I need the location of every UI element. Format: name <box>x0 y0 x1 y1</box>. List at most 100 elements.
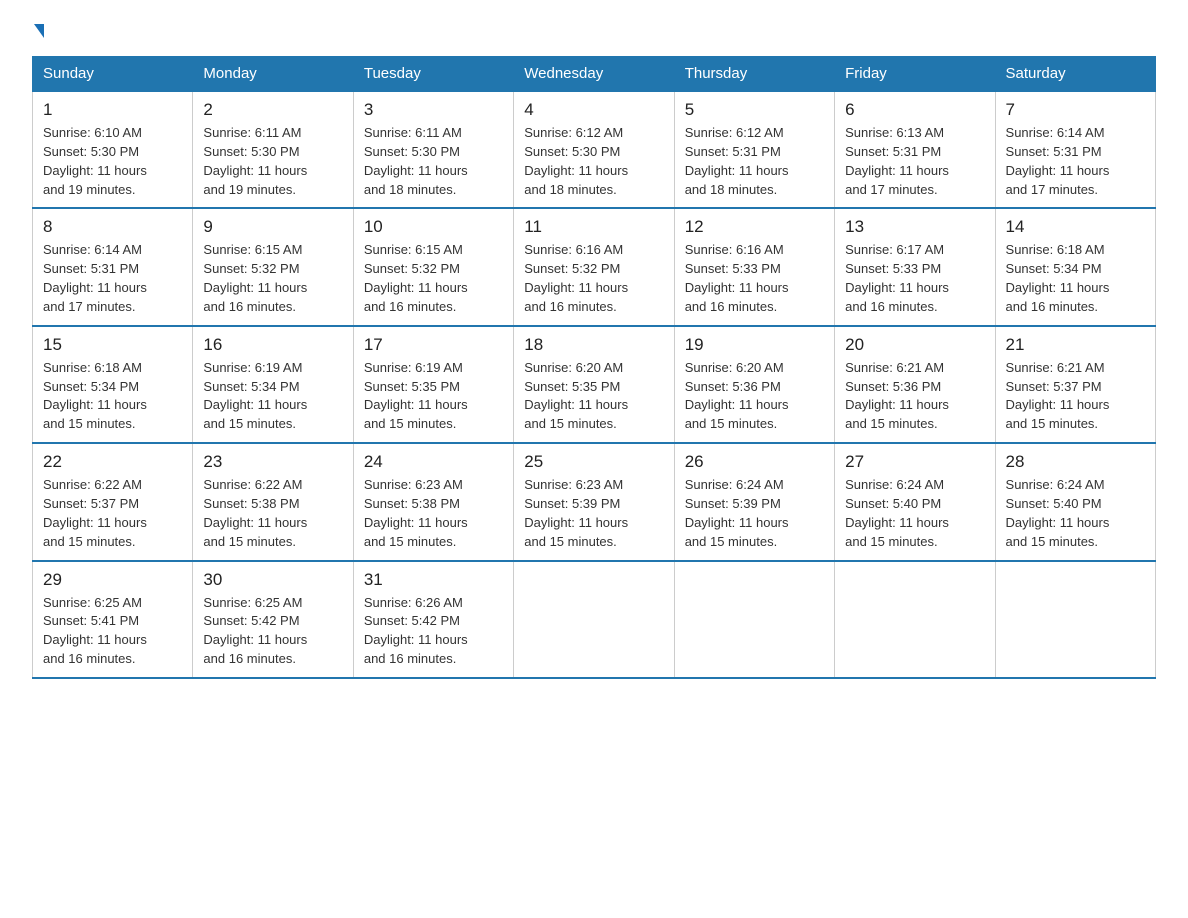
day-info: Sunrise: 6:12 AM Sunset: 5:31 PM Dayligh… <box>685 124 824 199</box>
calendar-cell: 2 Sunrise: 6:11 AM Sunset: 5:30 PM Dayli… <box>193 91 353 208</box>
page-header <box>32 24 1156 38</box>
logo-arrow-icon <box>34 24 44 38</box>
day-number: 20 <box>845 335 984 355</box>
day-number: 3 <box>364 100 503 120</box>
calendar-cell: 1 Sunrise: 6:10 AM Sunset: 5:30 PM Dayli… <box>33 91 193 208</box>
day-info: Sunrise: 6:22 AM Sunset: 5:37 PM Dayligh… <box>43 476 182 551</box>
calendar-cell: 23 Sunrise: 6:22 AM Sunset: 5:38 PM Dayl… <box>193 443 353 560</box>
day-info: Sunrise: 6:15 AM Sunset: 5:32 PM Dayligh… <box>203 241 342 316</box>
day-info: Sunrise: 6:26 AM Sunset: 5:42 PM Dayligh… <box>364 594 503 669</box>
calendar-cell: 27 Sunrise: 6:24 AM Sunset: 5:40 PM Dayl… <box>835 443 995 560</box>
calendar-cell: 21 Sunrise: 6:21 AM Sunset: 5:37 PM Dayl… <box>995 326 1155 443</box>
day-number: 9 <box>203 217 342 237</box>
calendar-cell: 19 Sunrise: 6:20 AM Sunset: 5:36 PM Dayl… <box>674 326 834 443</box>
day-number: 30 <box>203 570 342 590</box>
day-info: Sunrise: 6:21 AM Sunset: 5:37 PM Dayligh… <box>1006 359 1145 434</box>
calendar-cell <box>995 561 1155 678</box>
day-number: 16 <box>203 335 342 355</box>
calendar-week-row: 8 Sunrise: 6:14 AM Sunset: 5:31 PM Dayli… <box>33 208 1156 325</box>
weekday-header-wednesday: Wednesday <box>514 57 674 92</box>
calendar-cell: 15 Sunrise: 6:18 AM Sunset: 5:34 PM Dayl… <box>33 326 193 443</box>
day-info: Sunrise: 6:11 AM Sunset: 5:30 PM Dayligh… <box>364 124 503 199</box>
day-number: 19 <box>685 335 824 355</box>
calendar-cell: 10 Sunrise: 6:15 AM Sunset: 5:32 PM Dayl… <box>353 208 513 325</box>
calendar-cell: 8 Sunrise: 6:14 AM Sunset: 5:31 PM Dayli… <box>33 208 193 325</box>
calendar-cell: 4 Sunrise: 6:12 AM Sunset: 5:30 PM Dayli… <box>514 91 674 208</box>
calendar-cell: 11 Sunrise: 6:16 AM Sunset: 5:32 PM Dayl… <box>514 208 674 325</box>
day-number: 28 <box>1006 452 1145 472</box>
weekday-header-thursday: Thursday <box>674 57 834 92</box>
day-number: 6 <box>845 100 984 120</box>
calendar-cell: 9 Sunrise: 6:15 AM Sunset: 5:32 PM Dayli… <box>193 208 353 325</box>
weekday-header-tuesday: Tuesday <box>353 57 513 92</box>
day-info: Sunrise: 6:24 AM Sunset: 5:40 PM Dayligh… <box>1006 476 1145 551</box>
day-number: 15 <box>43 335 182 355</box>
calendar-cell: 6 Sunrise: 6:13 AM Sunset: 5:31 PM Dayli… <box>835 91 995 208</box>
calendar-cell: 20 Sunrise: 6:21 AM Sunset: 5:36 PM Dayl… <box>835 326 995 443</box>
day-info: Sunrise: 6:14 AM Sunset: 5:31 PM Dayligh… <box>43 241 182 316</box>
calendar-week-row: 29 Sunrise: 6:25 AM Sunset: 5:41 PM Dayl… <box>33 561 1156 678</box>
calendar-cell: 12 Sunrise: 6:16 AM Sunset: 5:33 PM Dayl… <box>674 208 834 325</box>
day-info: Sunrise: 6:12 AM Sunset: 5:30 PM Dayligh… <box>524 124 663 199</box>
day-info: Sunrise: 6:14 AM Sunset: 5:31 PM Dayligh… <box>1006 124 1145 199</box>
calendar-cell: 31 Sunrise: 6:26 AM Sunset: 5:42 PM Dayl… <box>353 561 513 678</box>
day-number: 29 <box>43 570 182 590</box>
day-info: Sunrise: 6:16 AM Sunset: 5:33 PM Dayligh… <box>685 241 824 316</box>
calendar-cell: 26 Sunrise: 6:24 AM Sunset: 5:39 PM Dayl… <box>674 443 834 560</box>
day-info: Sunrise: 6:25 AM Sunset: 5:41 PM Dayligh… <box>43 594 182 669</box>
day-info: Sunrise: 6:13 AM Sunset: 5:31 PM Dayligh… <box>845 124 984 199</box>
day-info: Sunrise: 6:15 AM Sunset: 5:32 PM Dayligh… <box>364 241 503 316</box>
calendar-week-row: 1 Sunrise: 6:10 AM Sunset: 5:30 PM Dayli… <box>33 91 1156 208</box>
calendar-cell <box>835 561 995 678</box>
day-info: Sunrise: 6:17 AM Sunset: 5:33 PM Dayligh… <box>845 241 984 316</box>
day-info: Sunrise: 6:23 AM Sunset: 5:38 PM Dayligh… <box>364 476 503 551</box>
day-info: Sunrise: 6:21 AM Sunset: 5:36 PM Dayligh… <box>845 359 984 434</box>
weekday-header-monday: Monday <box>193 57 353 92</box>
day-info: Sunrise: 6:25 AM Sunset: 5:42 PM Dayligh… <box>203 594 342 669</box>
day-number: 21 <box>1006 335 1145 355</box>
day-info: Sunrise: 6:20 AM Sunset: 5:35 PM Dayligh… <box>524 359 663 434</box>
day-number: 5 <box>685 100 824 120</box>
day-info: Sunrise: 6:18 AM Sunset: 5:34 PM Dayligh… <box>43 359 182 434</box>
calendar-cell: 30 Sunrise: 6:25 AM Sunset: 5:42 PM Dayl… <box>193 561 353 678</box>
day-info: Sunrise: 6:23 AM Sunset: 5:39 PM Dayligh… <box>524 476 663 551</box>
calendar-cell: 18 Sunrise: 6:20 AM Sunset: 5:35 PM Dayl… <box>514 326 674 443</box>
calendar-table: SundayMondayTuesdayWednesdayThursdayFrid… <box>32 56 1156 679</box>
day-info: Sunrise: 6:11 AM Sunset: 5:30 PM Dayligh… <box>203 124 342 199</box>
day-info: Sunrise: 6:18 AM Sunset: 5:34 PM Dayligh… <box>1006 241 1145 316</box>
day-info: Sunrise: 6:19 AM Sunset: 5:35 PM Dayligh… <box>364 359 503 434</box>
calendar-cell: 3 Sunrise: 6:11 AM Sunset: 5:30 PM Dayli… <box>353 91 513 208</box>
weekday-header-friday: Friday <box>835 57 995 92</box>
calendar-cell: 13 Sunrise: 6:17 AM Sunset: 5:33 PM Dayl… <box>835 208 995 325</box>
calendar-cell: 7 Sunrise: 6:14 AM Sunset: 5:31 PM Dayli… <box>995 91 1155 208</box>
day-info: Sunrise: 6:24 AM Sunset: 5:40 PM Dayligh… <box>845 476 984 551</box>
day-info: Sunrise: 6:10 AM Sunset: 5:30 PM Dayligh… <box>43 124 182 199</box>
day-info: Sunrise: 6:16 AM Sunset: 5:32 PM Dayligh… <box>524 241 663 316</box>
day-info: Sunrise: 6:22 AM Sunset: 5:38 PM Dayligh… <box>203 476 342 551</box>
day-number: 23 <box>203 452 342 472</box>
day-number: 24 <box>364 452 503 472</box>
logo <box>32 24 44 38</box>
day-info: Sunrise: 6:19 AM Sunset: 5:34 PM Dayligh… <box>203 359 342 434</box>
day-number: 13 <box>845 217 984 237</box>
calendar-week-row: 22 Sunrise: 6:22 AM Sunset: 5:37 PM Dayl… <box>33 443 1156 560</box>
calendar-cell <box>674 561 834 678</box>
day-number: 22 <box>43 452 182 472</box>
calendar-cell: 25 Sunrise: 6:23 AM Sunset: 5:39 PM Dayl… <box>514 443 674 560</box>
day-number: 7 <box>1006 100 1145 120</box>
calendar-cell: 29 Sunrise: 6:25 AM Sunset: 5:41 PM Dayl… <box>33 561 193 678</box>
calendar-cell: 5 Sunrise: 6:12 AM Sunset: 5:31 PM Dayli… <box>674 91 834 208</box>
calendar-cell: 22 Sunrise: 6:22 AM Sunset: 5:37 PM Dayl… <box>33 443 193 560</box>
day-number: 8 <box>43 217 182 237</box>
day-number: 11 <box>524 217 663 237</box>
day-number: 12 <box>685 217 824 237</box>
day-number: 2 <box>203 100 342 120</box>
day-info: Sunrise: 6:24 AM Sunset: 5:39 PM Dayligh… <box>685 476 824 551</box>
calendar-cell: 17 Sunrise: 6:19 AM Sunset: 5:35 PM Dayl… <box>353 326 513 443</box>
day-number: 10 <box>364 217 503 237</box>
day-number: 17 <box>364 335 503 355</box>
day-number: 4 <box>524 100 663 120</box>
day-number: 14 <box>1006 217 1145 237</box>
weekday-header-saturday: Saturday <box>995 57 1155 92</box>
day-number: 26 <box>685 452 824 472</box>
